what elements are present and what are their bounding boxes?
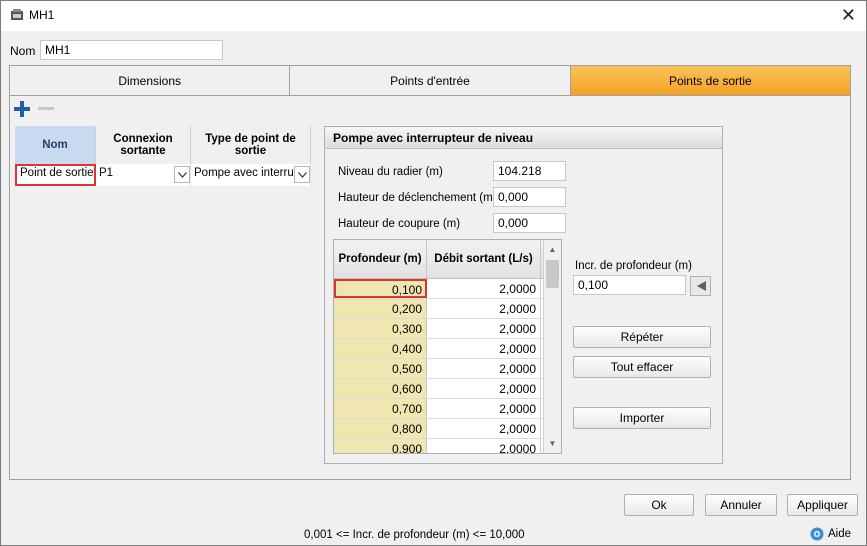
- depth-increment-input[interactable]: [573, 275, 686, 295]
- trigger-height-label: Hauteur de déclenchement (m): [338, 192, 497, 204]
- depth-cell[interactable]: 0,300: [334, 319, 427, 338]
- table-row[interactable]: 0,900 2,0000: [334, 439, 561, 453]
- depth-cell[interactable]: 0,200: [334, 299, 427, 318]
- radier-label: Niveau du radier (m): [338, 166, 443, 178]
- tab-entry-points[interactable]: Points d'entrée: [290, 66, 571, 95]
- table-row[interactable]: 0,600 2,0000: [334, 379, 561, 399]
- help-link[interactable]: Aide: [810, 527, 851, 541]
- flow-cell[interactable]: 2,0000: [427, 279, 541, 298]
- cancel-button[interactable]: Annuler: [705, 494, 777, 516]
- outlet-name-cell[interactable]: Point de sortie: [15, 164, 96, 186]
- cutoff-height-label: Hauteur de coupure (m): [338, 218, 461, 230]
- window-title: MH1: [29, 8, 55, 22]
- table-row[interactable]: 0,100 2,0000: [334, 279, 561, 299]
- repeat-button[interactable]: Répéter: [573, 326, 711, 348]
- tab-bar: Dimensions Points d'entrée Points de sor…: [9, 65, 851, 96]
- col-debit[interactable]: Débit sortant (L/s): [427, 240, 541, 278]
- scroll-up-icon[interactable]: ▲: [545, 242, 560, 257]
- flow-cell[interactable]: 2,0000: [427, 419, 541, 438]
- scroll-down-icon[interactable]: ▼: [545, 436, 560, 451]
- flow-cell[interactable]: 2,0000: [427, 319, 541, 338]
- plus-icon[interactable]: [13, 100, 31, 118]
- depth-table: Profondeur (m) Débit sortant (L/s) 0,100…: [333, 239, 562, 454]
- manhole-icon: [11, 9, 23, 20]
- flow-cell[interactable]: 2,0000: [427, 299, 541, 318]
- table-row[interactable]: 0,400 2,0000: [334, 339, 561, 359]
- chevron-down-icon[interactable]: [174, 166, 190, 183]
- chevron-down-icon[interactable]: [294, 166, 310, 183]
- apply-button[interactable]: Appliquer: [787, 494, 858, 516]
- help-label[interactable]: Aide: [828, 528, 851, 540]
- depth-cell[interactable]: 0,400: [334, 339, 427, 358]
- ok-button[interactable]: Ok: [624, 494, 694, 516]
- pump-group-title: Pompe avec interrupteur de niveau: [325, 127, 722, 149]
- col-nom[interactable]: Nom: [15, 126, 96, 164]
- outlet-type-cell[interactable]: Pompe avec interrupteur: [191, 164, 311, 186]
- col-profondeur[interactable]: Profondeur (m): [334, 240, 427, 278]
- depth-cell[interactable]: 0,100: [334, 279, 427, 298]
- flow-cell[interactable]: 2,0000: [427, 399, 541, 418]
- name-input[interactable]: [40, 40, 223, 60]
- outlets-table-header: Nom Connexion sortante Type de point de …: [15, 126, 311, 164]
- flow-cell[interactable]: 2,0000: [427, 379, 541, 398]
- table-row[interactable]: 0,700 2,0000: [334, 399, 561, 419]
- table-row[interactable]: 0,300 2,0000: [334, 319, 561, 339]
- flow-cell[interactable]: 2,0000: [427, 439, 541, 453]
- status-text: 0,001 <= Incr. de profondeur (m) <= 10,0…: [304, 529, 525, 541]
- depth-cell[interactable]: 0,900: [334, 439, 427, 453]
- scroll-thumb[interactable]: [546, 260, 559, 288]
- flow-cell[interactable]: 2,0000: [427, 339, 541, 358]
- outlets-table: Nom Connexion sortante Type de point de …: [15, 126, 311, 186]
- title-bar: MH1 ✕: [1, 1, 866, 31]
- col-connexion[interactable]: Connexion sortante: [96, 126, 191, 164]
- close-icon[interactable]: ✕: [841, 5, 856, 25]
- help-icon[interactable]: [810, 527, 824, 541]
- tab-exit-points[interactable]: Points de sortie: [570, 66, 850, 95]
- depth-cell[interactable]: 0,600: [334, 379, 427, 398]
- cutoff-height-input[interactable]: [493, 213, 566, 233]
- import-button[interactable]: Importer: [573, 407, 711, 429]
- outlet-connection-cell[interactable]: P1: [96, 164, 191, 186]
- depth-cell[interactable]: 0,800: [334, 419, 427, 438]
- vertical-scrollbar[interactable]: ▲ ▼: [543, 240, 561, 453]
- depth-cell[interactable]: 0,700: [334, 399, 427, 418]
- radier-input[interactable]: [493, 161, 566, 181]
- col-type[interactable]: Type de point de sortie: [191, 126, 311, 164]
- depth-increment-label: Incr. de profondeur (m): [575, 260, 692, 272]
- trigger-height-input[interactable]: [493, 187, 566, 207]
- table-row[interactable]: Point de sortie P1 Pompe avec interrupte…: [15, 164, 311, 186]
- tab-dimensions[interactable]: Dimensions: [10, 66, 291, 95]
- minus-icon: [38, 107, 54, 110]
- depth-cell[interactable]: 0,500: [334, 359, 427, 378]
- outlet-connection-value: P1: [99, 167, 114, 179]
- table-row[interactable]: 0,800 2,0000: [334, 419, 561, 439]
- table-row[interactable]: 0,200 2,0000: [334, 299, 561, 319]
- table-row[interactable]: 0,500 2,0000: [334, 359, 561, 379]
- name-label: Nom: [10, 44, 36, 58]
- depth-table-header: Profondeur (m) Débit sortant (L/s): [334, 240, 561, 279]
- arrow-left-icon[interactable]: [690, 276, 711, 296]
- flow-cell[interactable]: 2,0000: [427, 359, 541, 378]
- clear-all-button[interactable]: Tout effacer: [573, 356, 711, 378]
